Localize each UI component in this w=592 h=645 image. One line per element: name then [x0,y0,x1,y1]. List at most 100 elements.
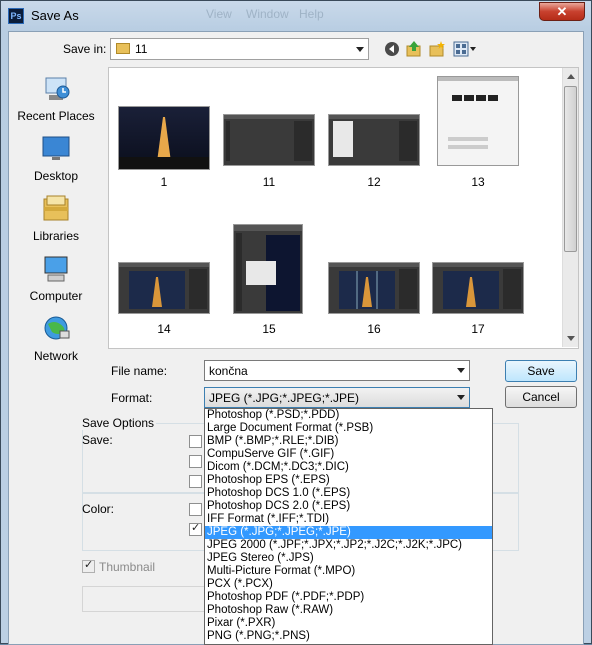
file-name-label: 13 [471,175,485,189]
file-name-label: 11 [262,175,276,189]
libraries-icon [43,195,69,221]
format-option[interactable]: JPEG Stereo (*.JPS) [205,552,492,565]
format-option[interactable]: BMP (*.BMP;*.RLE;*.DIB) [205,435,492,448]
save-in-value: 11 [135,42,148,56]
new-folder-icon[interactable] [429,41,445,57]
folder-icon [116,43,130,54]
format-value: JPEG (*.JPG;*.JPEG;*.JPE) [209,391,360,405]
file-name-label: 12 [367,175,381,189]
place-network[interactable]: Network [15,315,97,363]
format-option[interactable]: Dicom (*.DCM;*.DC3;*.DIC) [205,461,492,474]
file-name-label: 15 [262,322,276,336]
place-label: Desktop [33,169,79,183]
screenshot-image [234,225,302,311]
save-as-dialog: Ps Save As View Window Help ✕ Save in: 1… [0,0,592,645]
place-label: Recent Places [17,109,95,123]
place-computer[interactable]: Computer [15,255,97,303]
format-option[interactable]: Pixar (*.PXR) [205,617,492,630]
format-option[interactable]: PNG (*.PNG;*.PNS) [205,630,492,643]
format-dropdown-list[interactable]: Photoshop (*.PSD;*.PDD) Large Document Fo… [204,408,493,645]
scroll-down-icon[interactable] [567,336,575,341]
file-thumbnail[interactable] [118,262,210,314]
format-label: Format: [111,391,153,405]
close-button[interactable]: ✕ [539,2,585,21]
format-option[interactable]: Photoshop PDF (*.PDF;*.PDP) [205,591,492,604]
format-option[interactable]: Large Document Format (*.PSB) [205,422,492,435]
background-menu-window: Window [246,7,289,21]
format-option[interactable]: Photoshop DCS 1.0 (*.EPS) [205,487,492,500]
recent-places-icon [45,77,70,100]
format-option[interactable]: CompuServe GIF (*.GIF) [205,448,492,461]
format-option[interactable]: Multi-Picture Format (*.MPO) [205,565,492,578]
computer-icon [44,256,68,282]
network-icon [44,316,70,340]
screenshot-image [438,77,518,149]
format-options: Photoshop (*.PSD;*.PDD) Large Document Fo… [205,409,492,643]
file-list-scrollbar[interactable] [562,68,578,347]
place-label: Computer [29,289,83,303]
file-name-label: 16 [367,322,381,336]
file-thumbnail[interactable] [432,262,524,314]
color-label: Color: [82,502,115,516]
format-option[interactable]: IFF Format (*.IFF;*.TDI) [205,513,492,526]
format-option[interactable]: Photoshop (*.PSD;*.PDD) [205,409,492,422]
screenshot-image [329,115,419,161]
format-option[interactable]: Photoshop Raw (*.RAW) [205,604,492,617]
screenshot-image [329,263,419,309]
window-title: Save As [31,8,79,23]
chevron-down-icon [457,395,465,400]
file-name-label: 17 [471,322,485,336]
background-menu-view: View [206,7,232,21]
save-option-checkbox[interactable] [189,435,202,448]
background-menu-help: Help [299,7,324,21]
desktop-icon [42,136,70,160]
screenshot-image [119,263,209,309]
place-recent-places[interactable]: Recent Places [15,75,97,123]
thumbnail-label: Thumbnail [99,560,156,574]
scroll-up-icon[interactable] [567,74,575,79]
format-option[interactable]: PCX (*.PCX) [205,578,492,591]
file-thumbnail[interactable] [328,262,420,314]
color-option-checkbox[interactable] [189,503,202,516]
format-option[interactable]: Photoshop EPS (*.EPS) [205,474,492,487]
screenshot-image [433,263,523,309]
file-list[interactable]: 1 11 12 13 14 15 16 17 [108,67,579,349]
save-option-checkbox[interactable] [189,455,202,468]
file-name-label: 1 [160,175,168,189]
place-desktop[interactable]: Desktop [15,135,97,183]
file-name-value: končna [209,364,248,378]
file-name-input[interactable]: končna [204,360,470,381]
place-libraries[interactable]: Libraries [15,195,97,243]
back-icon[interactable] [384,41,400,57]
save-option-checkbox[interactable] [189,475,202,488]
photoshop-icon: Ps [8,8,24,24]
save-in-label: Save in: [63,42,107,56]
file-name-label: 14 [157,322,171,336]
save-options-title: Save Options [80,416,157,430]
format-select[interactable]: JPEG (*.JPG;*.JPEG;*.JPE) [204,387,470,408]
chevron-down-icon [356,47,364,52]
format-option[interactable]: JPEG 2000 (*.JPF;*.JPX;*.JP2;*.J2C;*.J2K… [205,539,492,552]
file-thumbnail[interactable] [233,224,303,314]
place-label: Network [33,349,78,363]
format-option[interactable]: Photoshop DCS 2.0 (*.EPS) [205,500,492,513]
cancel-button[interactable]: Cancel [505,386,577,408]
chevron-down-icon[interactable] [457,368,465,373]
format-option[interactable]: JPEG (*.JPG;*.JPEG;*.JPE) [205,526,492,539]
use-proof-setup-area [82,586,212,612]
file-thumbnail[interactable] [118,106,210,170]
save-label: Save: [82,433,113,447]
place-label: Libraries [32,229,80,243]
file-thumbnail[interactable] [437,76,519,166]
title-bar[interactable]: Ps Save As View Window Help ✕ [1,1,591,31]
save-button[interactable]: Save [505,360,577,382]
view-menu-icon[interactable] [453,41,477,57]
screenshot-image [224,115,314,161]
save-in-dropdown[interactable]: 11 [110,38,369,60]
color-option-checkbox[interactable] [189,521,202,536]
scrollbar-thumb[interactable] [564,86,577,252]
file-thumbnail[interactable] [223,114,315,166]
thumbnail-checkbox[interactable] [82,558,95,573]
up-folder-icon[interactable] [406,41,422,57]
file-thumbnail[interactable] [328,114,420,166]
